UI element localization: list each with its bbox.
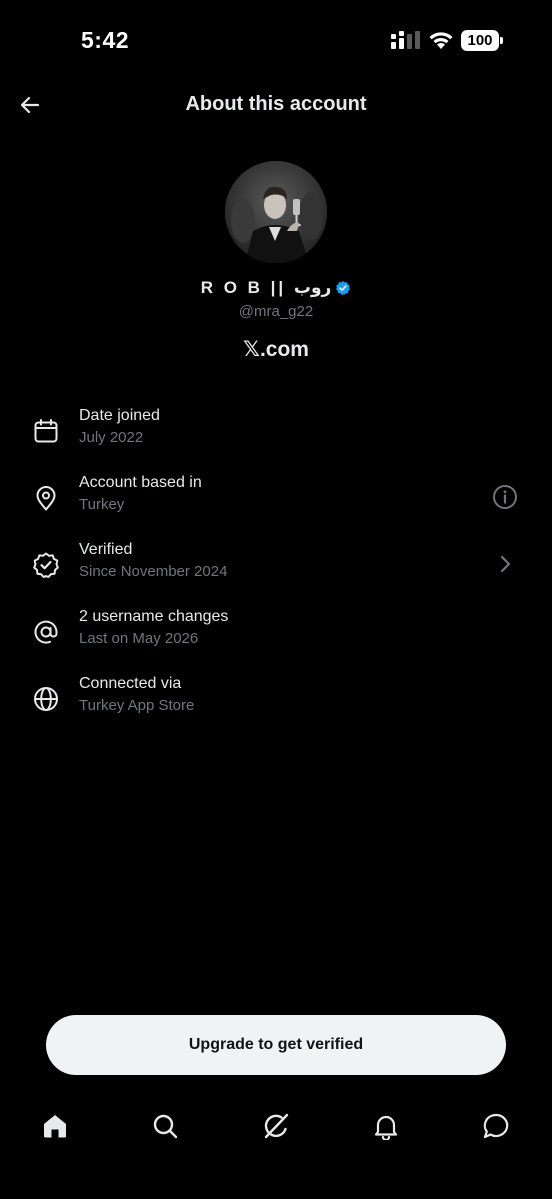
battery-level: 100 <box>467 32 493 49</box>
at-sign-icon <box>34 620 58 644</box>
row-subtitle: Turkey <box>79 496 125 513</box>
status-time: 5:42 <box>81 27 130 53</box>
location-pin-icon <box>36 486 56 511</box>
name-row: R O B || روب <box>0 278 552 298</box>
calendar-icon <box>34 419 58 443</box>
info-row-connected-via: Connected via Turkey App Store <box>0 675 552 735</box>
bottom-nav <box>0 1100 552 1152</box>
info-row-account-based-in: Account based in Turkey <box>0 474 552 534</box>
row-title: Account based in <box>79 474 202 491</box>
verified-check-icon <box>33 552 59 578</box>
home-icon <box>44 1115 66 1138</box>
nav-messages[interactable] <box>480 1110 512 1142</box>
row-subtitle: July 2022 <box>79 429 144 446</box>
search-icon <box>153 1114 178 1139</box>
info-icon <box>493 485 517 509</box>
site-label: 𝕏.com <box>243 338 309 361</box>
avatar[interactable] <box>225 161 327 263</box>
info-button[interactable] <box>490 482 520 512</box>
nav-notifications[interactable] <box>370 1110 402 1142</box>
page-title: About this account <box>185 93 367 115</box>
nav-grok[interactable] <box>260 1110 292 1142</box>
messages-icon <box>483 1113 509 1139</box>
chevron-right-icon <box>500 555 511 573</box>
row-subtitle: Last on May 2026 <box>79 630 199 647</box>
globe-icon <box>34 687 58 711</box>
row-title: Verified <box>79 541 133 558</box>
row-title: Date joined <box>79 407 160 424</box>
nav-search[interactable] <box>149 1110 181 1142</box>
row-subtitle: Turkey App Store <box>79 697 195 714</box>
row-title: 2 username changes <box>79 608 229 625</box>
screen: 5:42 100 About this account R O B || روب… <box>0 0 552 1199</box>
info-row-username-changes: 2 username changes Last on May 2026 <box>0 608 552 668</box>
info-row-verified[interactable]: Verified Since November 2024 <box>0 541 552 601</box>
handle: @mra_g22 <box>238 303 314 320</box>
battery-indicator: 100 <box>461 30 503 51</box>
display-name: R O B || روب <box>200 278 332 297</box>
info-row-date-joined: Date joined July 2022 <box>0 407 552 467</box>
cellular-signal-icon <box>391 31 420 49</box>
grok-icon <box>264 1113 289 1139</box>
verified-details-button[interactable] <box>490 549 520 579</box>
upgrade-to-get-verified-button[interactable]: Upgrade to get verified <box>46 1015 506 1075</box>
nav-home[interactable] <box>39 1110 71 1142</box>
status-bar: 5:42 100 <box>0 0 552 80</box>
wifi-icon <box>429 32 453 49</box>
row-subtitle: Since November 2024 <box>79 563 228 580</box>
verified-badge-icon <box>335 280 351 296</box>
avatar-image <box>225 161 327 263</box>
battery-tip <box>500 37 503 44</box>
notifications-bell-icon <box>374 1115 398 1140</box>
row-title: Connected via <box>79 675 182 692</box>
